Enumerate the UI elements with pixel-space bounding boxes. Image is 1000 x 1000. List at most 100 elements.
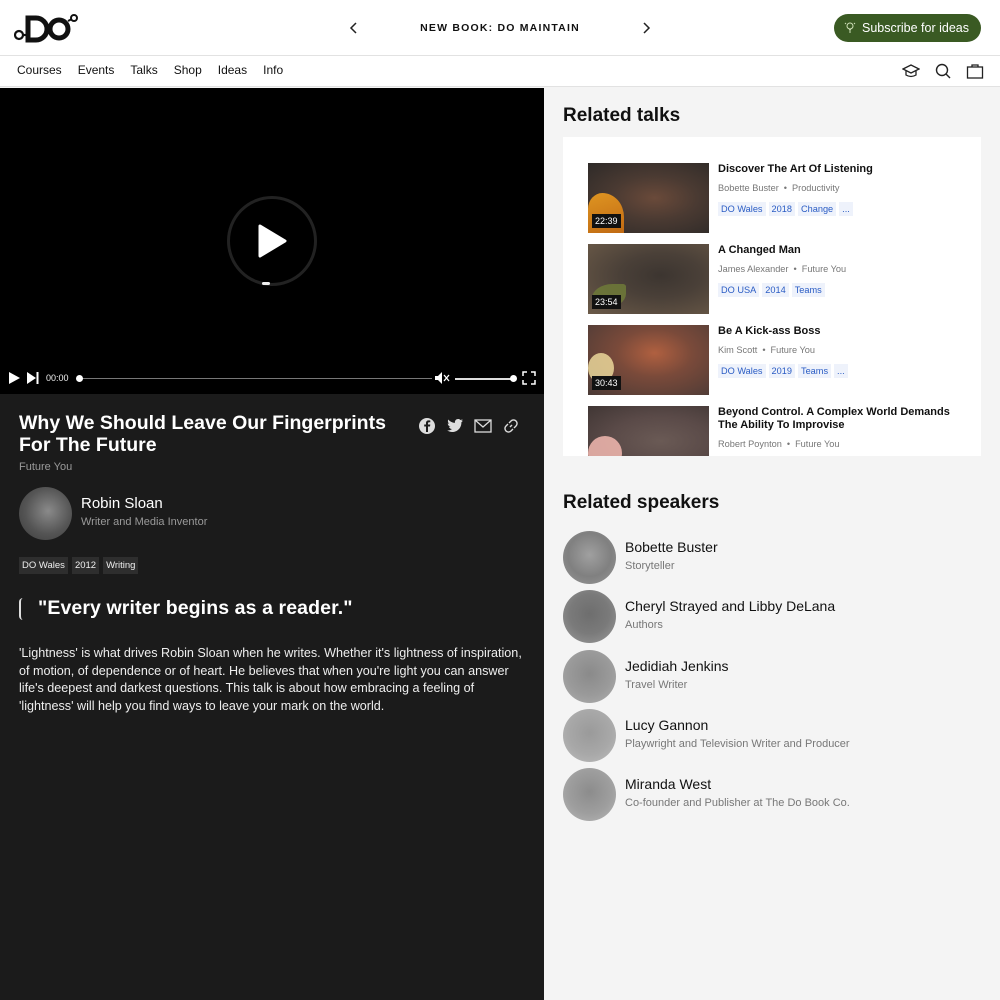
tag[interactable]: 2019 — [768, 364, 795, 378]
progress-handle[interactable] — [76, 375, 83, 382]
list-item[interactable]: Miranda West Co-founder and Publisher at… — [563, 768, 983, 821]
talk-title-link[interactable]: Be A Kick-ass Boss — [718, 325, 958, 338]
tag[interactable]: 2018 — [768, 202, 795, 216]
tag[interactable]: DO Wales — [718, 202, 766, 216]
tag[interactable]: 2014 — [762, 283, 789, 297]
list-item[interactable]: 30:43 Be A Kick-ass Boss Kim Scott • Futur… — [588, 325, 968, 395]
avatar[interactable] — [563, 650, 616, 703]
talk-speaker[interactable]: Kim Scott — [718, 345, 757, 355]
list-item[interactable]: 22:39 Discover The Art Of Listening Bobe… — [588, 163, 968, 233]
nav-menu: Courses Events Talks Shop Ideas Info — [17, 63, 299, 77]
avatar[interactable] — [563, 590, 616, 643]
talk-tags: DO USA 2014 Teams — [718, 283, 958, 297]
chevron-right-icon[interactable] — [632, 14, 660, 42]
talk-category[interactable]: Productivity — [792, 183, 840, 193]
tag[interactable]: DO USA — [718, 283, 760, 297]
subscribe-button[interactable]: Subscribe for ideas — [833, 14, 981, 42]
nav-item-courses[interactable]: Courses — [17, 63, 62, 77]
speaker-role: Writer and Media Inventor — [81, 516, 208, 528]
top-bar: NEW BOOK: DO MAINTAIN Subscribe for idea… — [0, 0, 1000, 56]
speaker-name[interactable]: Miranda West — [625, 776, 711, 792]
progress-bar[interactable] — [78, 378, 432, 379]
nav-item-talks[interactable]: Talks — [130, 63, 157, 77]
tag[interactable]: 2012 — [71, 557, 100, 574]
nav-item-info[interactable]: Info — [263, 63, 283, 77]
twitter-icon[interactable] — [446, 417, 464, 435]
tag[interactable]: DO Wales — [718, 364, 766, 378]
talk-thumbnail[interactable]: 30:43 — [588, 325, 709, 395]
nav-item-ideas[interactable]: Ideas — [218, 63, 247, 77]
related-speakers-heading: Related speakers — [563, 492, 720, 513]
skip-next-icon[interactable] — [26, 371, 42, 387]
talk-category[interactable]: Future You — [802, 264, 846, 274]
separator-dot: • — [793, 264, 797, 274]
list-item[interactable]: Jedidiah Jenkins Travel Writer — [563, 650, 983, 703]
sidebar: Related talks 22:39 Discover The Art Of … — [544, 88, 1000, 1000]
email-icon[interactable] — [474, 417, 492, 435]
avatar[interactable] — [563, 531, 616, 584]
separator-dot: • — [783, 183, 787, 193]
bag-icon[interactable] — [966, 62, 984, 80]
list-item[interactable]: Beyond Control. A Complex World Demands … — [588, 406, 968, 456]
talk-thumbnail[interactable]: 23:54 — [588, 244, 709, 314]
talk-thumbnail[interactable]: 22:39 — [588, 163, 709, 233]
speaker-name[interactable]: Cheryl Strayed and Libby DeLana — [625, 598, 835, 614]
talk-category[interactable]: Future You — [795, 439, 839, 449]
play-icon — [258, 224, 287, 258]
promo-text[interactable]: NEW BOOK: DO MAINTAIN — [420, 22, 580, 34]
speaker-role: Travel Writer — [625, 679, 688, 691]
volume-slider[interactable] — [455, 378, 513, 380]
tag[interactable]: Teams — [797, 364, 832, 378]
separator-dot: • — [762, 345, 766, 355]
talk-info: Be A Kick-ass Boss Kim Scott • Future You … — [718, 325, 958, 378]
talk-speaker[interactable]: Robert Poynton — [718, 439, 782, 449]
talk-meta: Kim Scott • Future You — [718, 345, 958, 355]
more-tags[interactable]: ... — [834, 364, 848, 378]
tag[interactable]: Teams — [791, 283, 825, 297]
avatar[interactable] — [563, 768, 616, 821]
search-icon[interactable] — [934, 62, 952, 80]
do-logo[interactable] — [13, 12, 78, 44]
talk-quote: "Every writer begins as a reader." — [38, 597, 353, 619]
tag[interactable]: Change — [797, 202, 837, 216]
talk-title-link[interactable]: A Changed Man — [718, 244, 958, 257]
volume-icon[interactable] — [434, 371, 450, 387]
talk-tags: DO Wales 2012 Writing — [19, 557, 139, 574]
tag[interactable]: DO Wales — [19, 557, 68, 574]
nav-item-events[interactable]: Events — [78, 63, 115, 77]
video-player[interactable]: 00:00 — [0, 88, 544, 394]
chevron-left-icon[interactable] — [340, 14, 368, 42]
speaker-name[interactable]: Robin Sloan — [81, 495, 163, 512]
play-icon[interactable] — [7, 371, 23, 387]
talk-thumbnail[interactable] — [588, 406, 709, 456]
talk-category[interactable]: Future You — [771, 345, 815, 355]
speaker-name[interactable]: Jedidiah Jenkins — [625, 658, 729, 674]
talk-speaker[interactable]: James Alexander — [718, 264, 788, 274]
talk-speaker[interactable]: Bobette Buster — [718, 183, 779, 193]
thumbnail-shape — [588, 436, 622, 456]
facebook-icon[interactable] — [418, 417, 436, 435]
graduation-cap-icon[interactable] — [902, 62, 920, 80]
talk-title-link[interactable]: Discover The Art Of Listening — [718, 163, 958, 176]
fullscreen-icon[interactable] — [522, 371, 538, 387]
subscribe-label: Subscribe for ideas — [861, 21, 969, 35]
talk-title-link[interactable]: Beyond Control. A Complex World Demands … — [718, 406, 958, 432]
speaker-role: Playwright and Television Writer and Pro… — [625, 738, 850, 750]
tag[interactable]: Writing — [103, 557, 139, 574]
talk-category[interactable]: Future You — [19, 461, 72, 473]
talk-meta: Robert Poynton • Future You — [718, 439, 958, 449]
separator-dot: • — [786, 439, 791, 449]
list-item[interactable]: Lucy Gannon Playwright and Television Wr… — [563, 709, 983, 762]
nav-item-shop[interactable]: Shop — [174, 63, 202, 77]
list-item[interactable]: 23:54 A Changed Man James Alexander • Futu… — [588, 244, 968, 314]
avatar[interactable] — [563, 709, 616, 762]
link-icon[interactable] — [502, 417, 520, 435]
volume-handle[interactable] — [510, 375, 517, 382]
speaker-name[interactable]: Lucy Gannon — [625, 717, 708, 733]
list-item[interactable]: Cheryl Strayed and Libby DeLana Authors — [563, 590, 983, 643]
list-item[interactable]: Bobette Buster Storyteller — [563, 531, 983, 584]
speaker-name[interactable]: Bobette Buster — [625, 539, 718, 555]
avatar[interactable] — [19, 487, 72, 540]
more-tags[interactable]: ... — [839, 202, 853, 216]
play-button[interactable] — [227, 196, 317, 286]
